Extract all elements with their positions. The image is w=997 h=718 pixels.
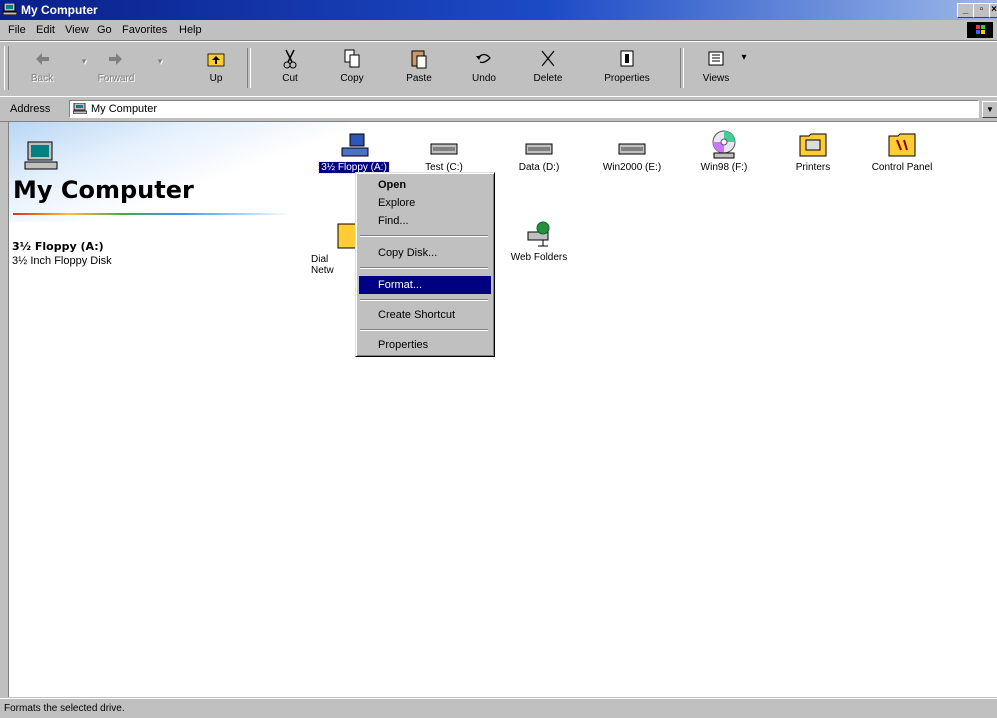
undo-icon xyxy=(476,53,491,64)
standard-toolbar: Back ▾ Forward ▾ Up Cut Copy Paste Undo … xyxy=(0,41,997,97)
drive-win2000-e[interactable]: Win2000 (E:) xyxy=(589,136,675,173)
selected-item-name: 3½ Floppy (A:) xyxy=(12,240,104,253)
my-computer-icon xyxy=(73,103,87,114)
address-value: My Computer xyxy=(91,103,158,115)
views-button[interactable]: Views xyxy=(690,48,742,92)
menu-item-create-shortcut[interactable]: Create Shortcut xyxy=(359,306,491,324)
menu-item-open[interactable]: Open xyxy=(359,176,491,194)
menu-bar: File Edit View Go Favorites Help xyxy=(0,20,997,41)
minimize-button[interactable]: _ xyxy=(957,3,974,18)
drive-floppy-a[interactable]: 3½ Floppy (A:) xyxy=(311,132,397,174)
views-dropdown[interactable]: ▾ xyxy=(736,52,752,96)
menu-item-copy-disk[interactable]: Copy Disk... xyxy=(359,244,491,262)
menu-favorites[interactable]: Favorites xyxy=(122,24,167,36)
menu-file[interactable]: File xyxy=(8,24,26,36)
window-title: My Computer xyxy=(21,3,98,17)
paste-icon xyxy=(411,50,427,69)
cut-button[interactable]: Cut xyxy=(264,48,316,92)
toolbar-grip[interactable] xyxy=(4,46,9,90)
properties-icon xyxy=(620,50,634,67)
printers-folder[interactable]: Printers xyxy=(770,128,856,173)
undo-button[interactable]: Undo xyxy=(458,48,510,92)
drive-test-c[interactable]: Test (C:) xyxy=(401,136,487,173)
close-button[interactable]: × xyxy=(989,3,997,18)
delete-x-icon xyxy=(541,50,555,67)
hard-drive-icon xyxy=(525,143,553,155)
cd-rom-icon xyxy=(712,130,736,159)
menu-separator xyxy=(360,299,488,301)
address-dropdown-button[interactable]: ▼ xyxy=(982,101,997,118)
floppy-icon xyxy=(341,133,369,157)
my-computer-large-icon xyxy=(24,141,58,170)
dialup-networking-folder[interactable]: Dial Netw xyxy=(311,220,359,276)
menu-go[interactable]: Go xyxy=(97,24,112,36)
title-bar[interactable]: My Computer _ ▫ × xyxy=(0,0,997,20)
maximize-button[interactable]: ▫ xyxy=(973,3,990,18)
selected-item-description: 3½ Inch Floppy Disk xyxy=(12,255,112,267)
windows-logo-icon xyxy=(967,22,993,38)
context-menu: Open Explore Find... Copy Disk... Format… xyxy=(355,172,495,357)
drive-data-d[interactable]: Data (D:) xyxy=(496,136,582,173)
delete-button[interactable]: Delete xyxy=(522,48,574,92)
menu-help[interactable]: Help xyxy=(179,24,202,36)
web-folders[interactable]: Web Folders xyxy=(496,218,582,263)
views-icon xyxy=(708,51,724,66)
folder-view[interactable]: My Computer 3½ Floppy (A:) 3½ Inch Flopp… xyxy=(8,122,997,697)
webview-title: My Computer xyxy=(13,176,194,204)
printers-folder-icon xyxy=(799,133,827,157)
status-bar: Formats the selected drive. xyxy=(0,698,997,718)
web-folders-icon xyxy=(527,221,550,247)
toolbar-separator xyxy=(680,48,684,88)
properties-button[interactable]: Properties xyxy=(597,48,657,92)
menu-item-format[interactable]: Format... xyxy=(359,276,491,294)
my-computer-icon xyxy=(3,3,17,15)
menu-separator xyxy=(360,329,488,331)
up-folder-icon xyxy=(207,53,225,67)
menu-item-explore[interactable]: Explore xyxy=(359,194,491,212)
menu-item-properties[interactable]: Properties xyxy=(359,336,491,354)
back-button[interactable]: Back xyxy=(16,48,68,92)
forward-button[interactable]: Forward xyxy=(90,48,142,92)
webview-divider xyxy=(13,213,291,215)
address-field[interactable]: My Computer xyxy=(69,100,979,118)
menu-item-find[interactable]: Find... xyxy=(359,212,491,230)
status-text: Formats the selected drive. xyxy=(4,703,125,714)
control-panel-icon xyxy=(888,133,916,157)
up-button[interactable]: Up xyxy=(190,48,242,92)
forward-dropdown[interactable]: ▾ xyxy=(142,56,178,100)
toolbar-separator xyxy=(247,48,251,88)
address-bar: Address My Computer ▼ xyxy=(0,96,997,122)
webview-banner xyxy=(9,122,349,222)
hard-drive-icon xyxy=(618,143,646,155)
copy-icon xyxy=(344,49,360,68)
address-label: Address xyxy=(10,103,51,115)
scissors-icon xyxy=(283,49,297,69)
menu-view[interactable]: View xyxy=(65,24,89,36)
drive-win98-f[interactable]: Win98 (F:) xyxy=(681,128,767,173)
forward-arrow-icon xyxy=(109,53,122,65)
control-panel-folder[interactable]: Control Panel xyxy=(859,128,945,173)
copy-button[interactable]: Copy xyxy=(326,48,378,92)
paste-button[interactable]: Paste xyxy=(393,48,445,92)
back-arrow-icon xyxy=(36,53,49,65)
menu-edit[interactable]: Edit xyxy=(36,24,55,36)
menu-separator xyxy=(360,235,488,237)
menu-separator xyxy=(360,267,488,269)
hard-drive-icon xyxy=(430,143,458,155)
